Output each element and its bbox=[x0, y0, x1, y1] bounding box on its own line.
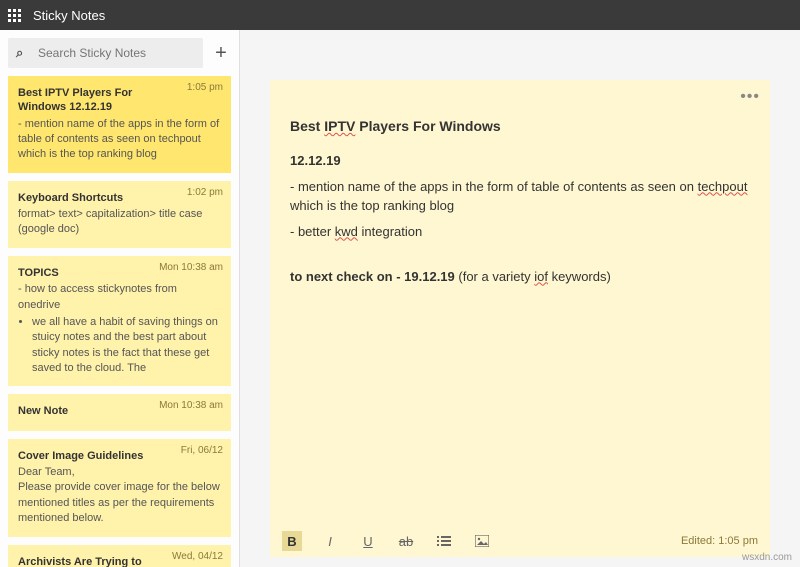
note-item-5[interactable]: Wed, 04/12 Archivists Are Trying to Make… bbox=[8, 545, 231, 567]
strikethrough-button[interactable]: ab bbox=[396, 531, 416, 551]
detail-line2: - better kwd integration bbox=[290, 222, 750, 242]
note-content[interactable]: Best IPTV Players For Windows 12.12.19 -… bbox=[270, 110, 770, 525]
app-title: Sticky Notes bbox=[33, 8, 105, 23]
detail-line1: - mention name of the apps in the form o… bbox=[290, 177, 750, 216]
note-time: 1:02 pm bbox=[187, 187, 223, 198]
detail-date: 12.12.19 bbox=[290, 151, 750, 171]
app-menu-icon[interactable] bbox=[8, 9, 21, 22]
main: ••• Best IPTV Players For Windows 12.12.… bbox=[240, 30, 800, 567]
note-item-3[interactable]: Mon 10:38 am New Note bbox=[8, 394, 231, 430]
bold-button[interactable]: B bbox=[282, 531, 302, 551]
note-item-4[interactable]: Fri, 06/12 Cover Image Guidelines Dear T… bbox=[8, 439, 231, 537]
search-wrap: ⌕ bbox=[8, 38, 203, 68]
note-time: Fri, 06/12 bbox=[181, 445, 223, 456]
note-header: ••• bbox=[270, 80, 770, 110]
app-body: ⌕ + 1:05 pm Best IPTV Players For Window… bbox=[0, 30, 800, 567]
sidebar: ⌕ + 1:05 pm Best IPTV Players For Window… bbox=[0, 30, 240, 567]
note-menu-icon[interactable]: ••• bbox=[740, 88, 760, 106]
note-time: Mon 10:38 am bbox=[159, 400, 223, 411]
note-body: - mention name of the apps in the form o… bbox=[18, 117, 221, 163]
note-item-0[interactable]: 1:05 pm Best IPTV Players For Windows 12… bbox=[8, 76, 231, 173]
search-input[interactable] bbox=[8, 38, 203, 68]
note-item-2[interactable]: Mon 10:38 am TOPICS - how to access stic… bbox=[8, 256, 231, 387]
list-button[interactable] bbox=[434, 531, 454, 551]
underline-button[interactable]: U bbox=[358, 531, 378, 551]
note-time: Mon 10:38 am bbox=[159, 262, 223, 273]
note-toolbar: B I U ab Edited: 1:05 pm bbox=[270, 525, 770, 557]
note-body: - how to access stickynotes from onedriv… bbox=[18, 282, 221, 376]
note-time: 1:05 pm bbox=[187, 82, 223, 93]
edited-label: Edited: 1:05 pm bbox=[681, 535, 758, 547]
note-time: Wed, 04/12 bbox=[172, 551, 223, 562]
search-row: ⌕ + bbox=[0, 30, 239, 76]
add-note-button[interactable]: + bbox=[211, 39, 231, 67]
detail-line3: to next check on - 19.12.19 (for a varie… bbox=[290, 267, 750, 287]
note-pane: ••• Best IPTV Players For Windows 12.12.… bbox=[270, 80, 770, 557]
italic-button[interactable]: I bbox=[320, 531, 340, 551]
titlebar: Sticky Notes bbox=[0, 0, 800, 30]
note-body: format> text> capitalization> title case… bbox=[18, 207, 221, 238]
search-icon: ⌕ bbox=[16, 45, 23, 61]
note-item-1[interactable]: 1:02 pm Keyboard Shortcuts format> text>… bbox=[8, 181, 231, 248]
watermark: wsxdn.com bbox=[742, 552, 792, 563]
detail-title: Best IPTV Players For Windows bbox=[290, 116, 750, 137]
note-body: Dear Team, Please provide cover image fo… bbox=[18, 465, 221, 527]
image-button[interactable] bbox=[472, 531, 492, 551]
